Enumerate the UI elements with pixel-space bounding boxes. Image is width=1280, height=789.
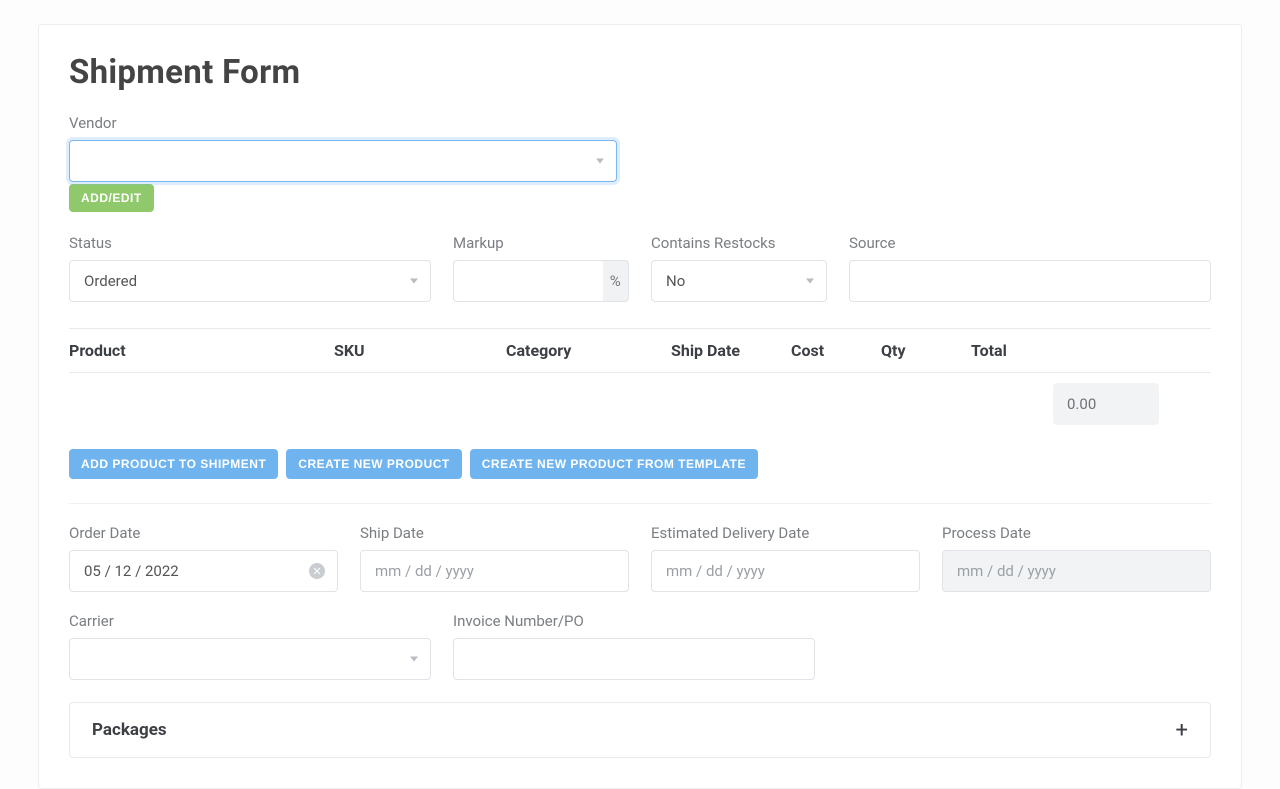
order-date-value: 05 / 12 / 2022 [84,562,179,580]
th-category: Category [506,341,671,360]
th-product: Product [69,341,334,360]
vendor-field: Vendor ADD/EDIT [69,114,1211,212]
products-table: Product SKU Category Ship Date Cost Qty … [69,328,1211,435]
percent-suffix: % [603,260,629,302]
invoice-label: Invoice Number/PO [453,612,815,630]
packages-section[interactable]: Packages + [69,702,1211,758]
page-title: Shipment Form [69,53,1211,92]
vendor-select[interactable] [69,140,617,182]
process-date-label: Process Date [942,524,1211,542]
th-sku: SKU [334,341,506,360]
restocks-select[interactable]: No [651,260,827,302]
status-label: Status [69,234,431,252]
clear-icon[interactable]: ✕ [309,563,325,579]
th-total: Total [971,341,1211,360]
restocks-label: Contains Restocks [651,234,827,252]
create-product-button[interactable]: CREATE NEW PRODUCT [286,449,461,479]
markup-label: Markup [453,234,629,252]
edd-label: Estimated Delivery Date [651,524,920,542]
create-from-template-button[interactable]: CREATE NEW PRODUCT FROM TEMPLATE [470,449,758,479]
chevron-down-icon [410,657,418,662]
carrier-select[interactable] [69,638,431,680]
status-value: Ordered [84,272,137,290]
table-header-row: Product SKU Category Ship Date Cost Qty … [69,329,1211,373]
process-date-readonly: mm / dd / yyyy [942,550,1211,592]
chevron-down-icon [806,279,814,284]
edd-placeholder: mm / dd / yyyy [666,562,765,580]
ship-date-input[interactable]: mm / dd / yyyy [360,550,629,592]
source-input[interactable] [849,260,1211,302]
ship-date-placeholder: mm / dd / yyyy [375,562,474,580]
order-date-label: Order Date [69,524,338,542]
shipment-form-card: Shipment Form Vendor ADD/EDIT Status Ord… [38,24,1242,789]
th-ship-date: Ship Date [671,341,791,360]
total-readonly: 0.00 [1053,383,1159,425]
chevron-down-icon [410,279,418,284]
order-date-input[interactable]: 05 / 12 / 2022 ✕ [69,550,338,592]
th-cost: Cost [791,341,881,360]
invoice-input[interactable] [453,638,815,680]
process-date-placeholder: mm / dd / yyyy [957,562,1056,580]
edd-input[interactable]: mm / dd / yyyy [651,550,920,592]
markup-input[interactable] [453,260,603,302]
chevron-down-icon [596,159,604,164]
ship-date-label: Ship Date [360,524,629,542]
total-value: 0.00 [1067,395,1096,413]
add-product-button[interactable]: ADD PRODUCT TO SHIPMENT [69,449,278,479]
add-edit-vendor-button[interactable]: ADD/EDIT [69,184,154,212]
status-select[interactable]: Ordered [69,260,431,302]
vendor-label: Vendor [69,114,1211,132]
th-qty: Qty [881,341,971,360]
source-label: Source [849,234,1211,252]
plus-icon[interactable]: + [1176,718,1188,743]
carrier-label: Carrier [69,612,431,630]
restocks-value: No [666,272,685,290]
packages-label: Packages [92,720,167,740]
